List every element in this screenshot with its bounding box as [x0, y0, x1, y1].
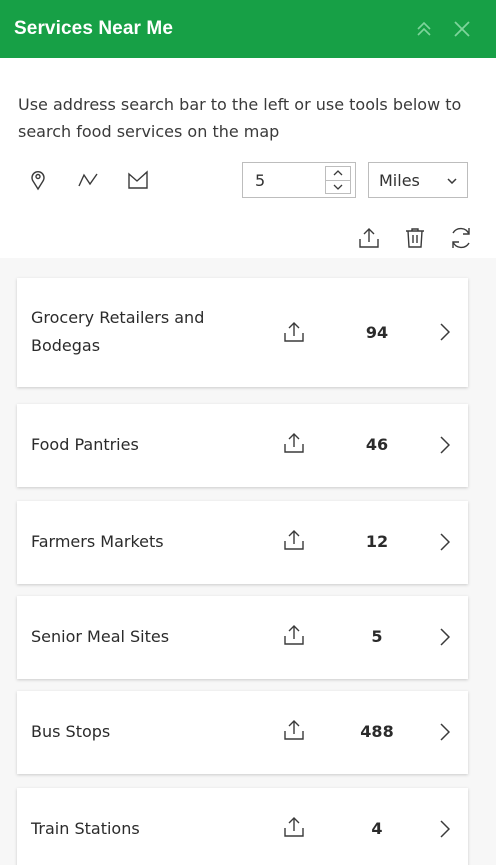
- service-label: Bus Stops: [31, 722, 111, 741]
- export-icon[interactable]: [281, 527, 307, 553]
- service-count: 46: [365, 435, 389, 454]
- polygon-icon[interactable]: [126, 168, 150, 192]
- service-count: 488: [360, 722, 394, 741]
- export-icon[interactable]: [281, 319, 307, 345]
- distance-field: [242, 162, 356, 198]
- search-controls: Use address search bar to the left or us…: [0, 58, 496, 258]
- distance-stepper: [325, 166, 351, 194]
- panel-header: Services Near Me: [0, 0, 496, 58]
- service-label: Grocery Retailers and Bodegas: [31, 308, 205, 355]
- service-count: 4: [371, 819, 383, 838]
- service-count: 5: [371, 627, 383, 646]
- chevron-right-icon: [437, 532, 453, 552]
- chevron-right-icon: [437, 627, 453, 647]
- header-actions: [412, 17, 474, 41]
- service-count: 12: [365, 532, 389, 551]
- units-select[interactable]: Miles: [368, 162, 468, 198]
- distance-input[interactable]: [243, 163, 321, 197]
- chevron-down-icon: [447, 171, 457, 189]
- map-pin-icon[interactable]: [26, 168, 50, 192]
- stepper-down-button[interactable]: [326, 179, 350, 194]
- service-count: 94: [365, 323, 389, 342]
- chevron-right-icon: [437, 435, 453, 455]
- service-label: Train Stations: [31, 819, 140, 838]
- panel-title: Services Near Me: [14, 18, 173, 39]
- polyline-icon[interactable]: [76, 168, 100, 192]
- export-icon[interactable]: [281, 814, 307, 840]
- service-card-grocery[interactable]: Grocery Retailers and Bodegas 94: [17, 278, 468, 387]
- double-chevron-up-icon[interactable]: [412, 17, 436, 41]
- close-icon[interactable]: [450, 17, 474, 41]
- service-card-pantries[interactable]: Food Pantries 46: [17, 404, 468, 487]
- refresh-icon[interactable]: [448, 225, 474, 251]
- service-card-senior-meals[interactable]: Senior Meal Sites 5: [17, 596, 468, 679]
- service-card-bus-stops[interactable]: Bus Stops 488: [17, 691, 468, 774]
- panel-body: Use address search bar to the left or us…: [0, 58, 496, 865]
- chevron-right-icon: [437, 722, 453, 742]
- export-icon[interactable]: [281, 430, 307, 456]
- chevron-right-icon: [437, 322, 453, 342]
- service-card-train-stations[interactable]: Train Stations 4: [17, 788, 468, 865]
- service-card-farmers-markets[interactable]: Farmers Markets 12: [17, 501, 468, 584]
- export-icon[interactable]: [356, 225, 382, 251]
- service-label: Farmers Markets: [31, 532, 164, 551]
- result-actions: [356, 225, 474, 251]
- export-icon[interactable]: [281, 622, 307, 648]
- draw-tools: [26, 168, 150, 192]
- stepper-up-button[interactable]: [326, 167, 350, 180]
- instructions-text: Use address search bar to the left or us…: [18, 95, 462, 141]
- export-icon[interactable]: [281, 717, 307, 743]
- chevron-right-icon: [437, 819, 453, 839]
- units-selected-value: Miles: [379, 170, 420, 190]
- service-label: Food Pantries: [31, 435, 139, 454]
- trash-icon[interactable]: [402, 225, 428, 251]
- service-label: Senior Meal Sites: [31, 627, 170, 646]
